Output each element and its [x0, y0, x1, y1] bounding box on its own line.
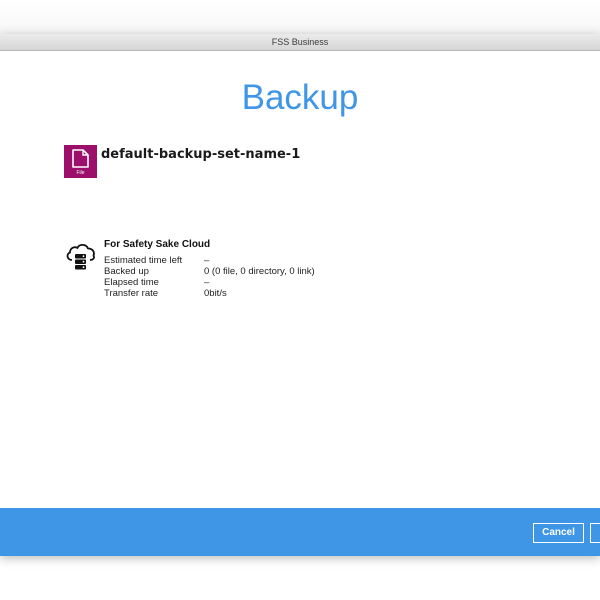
cancel-button[interactable]: Cancel — [533, 523, 584, 543]
stat-value: 0 (0 file, 0 directory, 0 link) — [204, 266, 315, 277]
stat-row-backed-up: Backed up 0 (0 file, 0 directory, 0 link… — [104, 266, 404, 277]
window-titlebar[interactable]: FSS Business — [0, 34, 600, 51]
stat-row-elapsed: Elapsed time – — [104, 277, 404, 288]
backup-set-name: default-backup-set-name-1 — [101, 147, 301, 162]
stat-value: – — [204, 277, 210, 288]
page-title: Backup — [241, 78, 359, 117]
stat-value: – — [204, 255, 210, 266]
stat-label: Estimated time left — [104, 255, 183, 266]
stat-label: Transfer rate — [104, 288, 159, 299]
footer-bar: Cancel — [0, 508, 600, 556]
stat-label: Backed up — [104, 266, 149, 277]
stat-row-transfer-rate: Transfer rate 0bit/s — [104, 288, 404, 299]
stat-value: 0bit/s — [204, 288, 227, 299]
window-title: FSS Business — [271, 37, 329, 47]
stat-label: Elapsed time — [104, 277, 159, 288]
stat-row-time-left: Estimated time left – — [104, 255, 404, 266]
destination-name: For Safety Sake Cloud — [104, 239, 211, 250]
desktop-background — [0, 0, 600, 34]
file-badge: File — [76, 170, 85, 176]
cloud-server-icon — [64, 240, 97, 273]
file-document-icon: File — [64, 145, 97, 178]
backup-progress-stats: Estimated time left – Backed up 0 (0 fil… — [104, 255, 404, 299]
app-window: FSS Business Backup File default-backup-… — [0, 34, 600, 556]
next-button[interactable] — [590, 523, 600, 543]
